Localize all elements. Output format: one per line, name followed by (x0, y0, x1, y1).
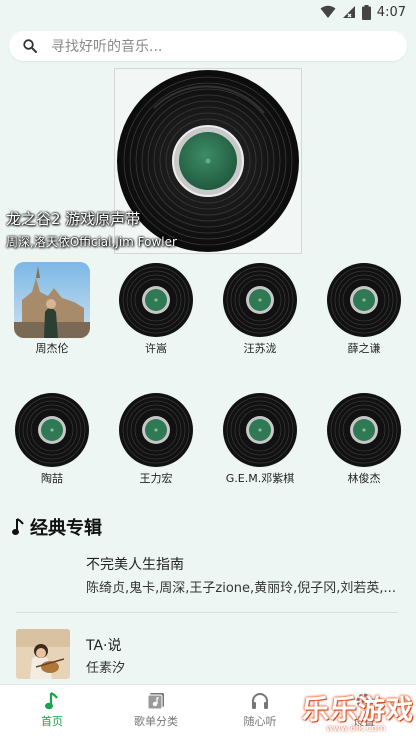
vinyl-record-icon (223, 263, 297, 337)
featured-banner[interactable]: 龙之谷2 游戏原声带 周深,洛天依Official,Jim Fowler (0, 64, 416, 254)
artist-name: 周杰伦 (35, 342, 69, 355)
nav-label: 随心听 (243, 715, 277, 728)
artist-tile[interactable]: 陶喆 (0, 390, 104, 500)
music-note-icon (45, 692, 58, 710)
artist-tile[interactable]: 王力宏 (104, 390, 208, 500)
divider (16, 612, 398, 613)
artist-name: 陶喆 (41, 472, 63, 485)
album-list-item[interactable]: TA·说 任素汐 (0, 629, 416, 687)
nav-item-home[interactable]: 首页 (0, 685, 104, 739)
album-artist: 陈绮贞,鬼卡,周深,王子zione,黄丽玲,倪子冈,刘若英,... (86, 581, 396, 596)
gear-icon (356, 693, 372, 709)
album-name: 不完美人生指南 (86, 557, 184, 573)
vinyl-record-icon (119, 393, 193, 467)
artist-tile[interactable]: G.E.M.邓紫棋 (208, 390, 312, 500)
artist-name: G.E.M.邓紫棋 (225, 472, 295, 485)
artist-name: 王力宏 (139, 472, 173, 485)
album-list-item[interactable]: 不完美人生指南 陈绮贞,鬼卡,周深,王子zione,黄丽玲,倪子冈,刘若英,..… (0, 552, 416, 610)
nav-item-playlists[interactable]: 歌单分类 (104, 685, 208, 739)
vinyl-record-icon (327, 263, 401, 337)
album-name: TA·说 (86, 638, 122, 654)
banner-title: 龙之谷2 游戏原声带 (6, 210, 141, 228)
nav-item-radio[interactable]: 随心听 (208, 685, 312, 739)
search-input[interactable]: 寻找好听的音乐... (51, 36, 162, 56)
artist-name: 汪苏泷 (243, 342, 277, 355)
album-cover (16, 629, 70, 679)
vinyl-record-icon (119, 263, 193, 337)
artist-name: 薛之谦 (347, 342, 381, 355)
search-icon (23, 39, 37, 53)
nav-label: 歌单分类 (134, 715, 178, 728)
headphones-icon (252, 693, 268, 709)
artist-tile[interactable]: 周杰伦 (0, 260, 104, 370)
nav-item-settings[interactable]: 设置 (312, 685, 416, 739)
artist-tile[interactable]: 薛之谦 (312, 260, 416, 370)
artist-name: 许嵩 (145, 342, 167, 355)
banner-subtitle: 周深,洛天依Official,Jim Fowler (6, 235, 177, 249)
artist-photo (14, 262, 90, 338)
playlist-icon (147, 693, 164, 710)
nav-label: 设置 (353, 715, 375, 728)
battery-icon (361, 4, 371, 20)
artist-grid: 周杰伦 许嵩 汪苏泷 薛之谦 陶喆 王力宏 G.E.M.邓紫棋 林俊杰 (0, 260, 416, 500)
artist-tile[interactable]: 许嵩 (104, 260, 208, 370)
status-bar: 4:07 (0, 0, 416, 24)
search-bar[interactable]: 寻找好听的音乐... (9, 31, 407, 61)
signal-icon (342, 6, 355, 18)
artist-tile[interactable]: 林俊杰 (312, 390, 416, 500)
banner-vinyl-cover (117, 70, 299, 252)
vinyl-record-icon (223, 393, 297, 467)
album-artist: 任素汐 (86, 661, 126, 676)
section-title: 经典专辑 (12, 514, 102, 540)
music-note-icon (12, 518, 24, 535)
vinyl-record-icon (327, 393, 401, 467)
artist-tile[interactable]: 汪苏泷 (208, 260, 312, 370)
artist-name: 林俊杰 (347, 472, 381, 485)
nav-label: 首页 (41, 715, 63, 728)
vinyl-record-icon (15, 393, 89, 467)
status-time: 4:07 (376, 4, 406, 20)
bottom-nav: 首页 歌单分类 随心听 设置 (0, 684, 416, 739)
wifi-icon (320, 5, 336, 18)
section-title-text: 经典专辑 (30, 518, 102, 539)
